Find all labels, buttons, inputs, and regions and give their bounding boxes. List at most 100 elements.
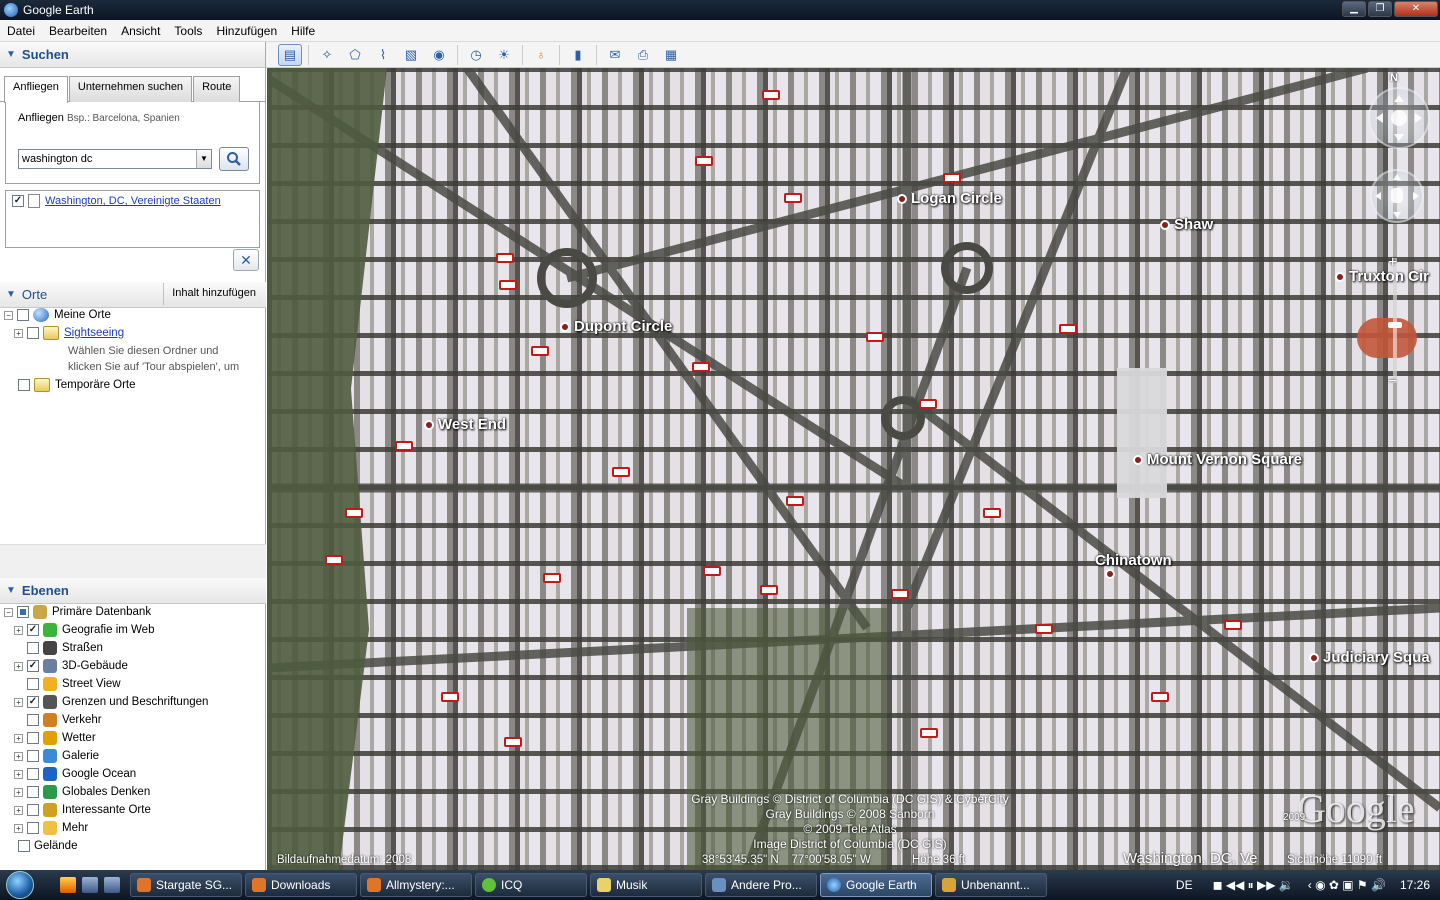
layer-checkbox[interactable]	[27, 660, 39, 672]
place-label-chinatown[interactable]: Chinatown	[1095, 552, 1172, 579]
places-panel-header[interactable]: ▼ Orte Inhalt hinzufügen	[0, 282, 266, 308]
hotel-icon[interactable]	[499, 280, 517, 290]
expand-icon[interactable]: +	[14, 805, 23, 815]
tab-route[interactable]: Route	[193, 76, 241, 102]
place-label-mount-vernon-square[interactable]: Mount Vernon Square	[1133, 451, 1302, 468]
clear-results-button[interactable]: ✕	[233, 249, 259, 271]
layer-item[interactable]: + Galerie	[0, 747, 266, 765]
tree-item-sightseeing[interactable]: + Sightseeing	[0, 324, 266, 342]
layer-item[interactable]: + Globales Denken	[0, 783, 266, 801]
hotel-icon[interactable]	[891, 589, 909, 599]
print-button[interactable]: ⎙	[631, 44, 655, 66]
place-label-judiciary-square[interactable]: Judiciary Squa	[1309, 649, 1430, 666]
clock[interactable]: 17:26	[1400, 878, 1430, 892]
expand-icon[interactable]: +	[14, 823, 23, 833]
polygon-button[interactable]: ⬠	[343, 44, 367, 66]
record-tour-button[interactable]: ◉	[427, 44, 451, 66]
minimize-button[interactable]: ▁	[1342, 1, 1366, 17]
maximize-button[interactable]: ❐	[1368, 1, 1392, 17]
layer-checkbox[interactable]	[18, 840, 30, 852]
tray-icons[interactable]: ‹ ◉ ✿ ▣ ⚑ 🔊	[1308, 878, 1386, 892]
look-joystick[interactable]	[1368, 87, 1430, 149]
layer-checkbox[interactable]	[27, 750, 39, 762]
view-in-maps-button[interactable]: ▦	[659, 44, 683, 66]
tree-item-temporaere-orte[interactable]: Temporäre Orte	[0, 376, 266, 394]
path-button[interactable]: ⌇	[371, 44, 395, 66]
task-unbenannt[interactable]: Unbenannt...	[935, 873, 1047, 897]
hotel-icon[interactable]	[786, 496, 804, 506]
hotel-icon[interactable]	[1224, 620, 1242, 630]
hotel-icon[interactable]	[760, 585, 778, 595]
placemark-button[interactable]: ✧	[315, 44, 339, 66]
north-indicator[interactable]: N	[1390, 72, 1398, 84]
hotel-icon[interactable]	[395, 441, 413, 451]
email-button[interactable]: ✉	[603, 44, 627, 66]
hotel-icon[interactable]	[762, 90, 780, 100]
zoom-thumb[interactable]	[1388, 322, 1402, 328]
layer-item[interactable]: Street View	[0, 675, 266, 693]
collapse-triangle-icon[interactable]: ▼	[6, 49, 16, 60]
task-allmystery[interactable]: Allmystery:...	[360, 873, 472, 897]
hotel-icon[interactable]	[1151, 692, 1169, 702]
place-label-west-end[interactable]: West End	[424, 416, 506, 433]
place-label-logan-circle[interactable]: Logan Circle	[897, 190, 1002, 207]
layer-checkbox[interactable]	[27, 642, 39, 654]
hotel-icon[interactable]	[703, 566, 721, 576]
task-downloads[interactable]: Downloads	[245, 873, 357, 897]
task-stargate[interactable]: Stargate SG...	[130, 873, 242, 897]
tree-item-label[interactable]: Sightseeing	[64, 327, 124, 339]
expand-icon[interactable]: +	[14, 733, 23, 743]
layer-checkbox[interactable]	[27, 714, 39, 726]
close-window-button[interactable]: ✕	[1394, 1, 1438, 17]
hotel-icon[interactable]	[531, 346, 549, 356]
hotel-icon[interactable]	[983, 508, 1001, 518]
hotel-icon[interactable]	[943, 173, 961, 183]
map-view[interactable]: Logan Circle Shaw Truxton Cir Dupont Cir…	[267, 68, 1440, 870]
result-link[interactable]: Washington, DC, Vereinigte Staaten	[45, 195, 221, 207]
layer-checkbox[interactable]	[17, 606, 29, 618]
layers-panel-header[interactable]: ▼ Ebenen	[0, 578, 266, 604]
menu-hilfe[interactable]: Hilfe	[284, 24, 322, 38]
hotel-icon[interactable]	[920, 728, 938, 738]
collapse-triangle-icon[interactable]: ▼	[6, 289, 16, 300]
hotel-icon[interactable]	[325, 555, 343, 565]
hotel-icon[interactable]	[612, 467, 630, 477]
hotel-icon[interactable]	[543, 573, 561, 583]
hotel-icon[interactable]	[784, 193, 802, 203]
task-google-earth[interactable]: Google Earth	[820, 873, 932, 897]
layer-checkbox[interactable]	[27, 732, 39, 744]
planet-switch-button[interactable]: ♁	[529, 44, 553, 66]
zoom-out-icon[interactable]: −	[1388, 373, 1397, 391]
expand-icon[interactable]: +	[14, 769, 23, 779]
layer-checkbox[interactable]	[27, 624, 39, 636]
menu-datei[interactable]: Datei	[0, 24, 42, 38]
expand-icon[interactable]: +	[14, 787, 23, 797]
expand-icon[interactable]: +	[14, 661, 23, 671]
dropdown-arrow-icon[interactable]: ▼	[196, 150, 211, 168]
layer-item[interactable]: + Grenzen und Beschriftungen	[0, 693, 266, 711]
layer-item[interactable]: − Primäre Datenbank	[0, 603, 266, 621]
layer-checkbox[interactable]	[27, 822, 39, 834]
expand-icon[interactable]: +	[14, 328, 23, 338]
sidebar-toggle-button[interactable]: ▤	[278, 43, 302, 66]
switch-windows-icon[interactable]	[104, 877, 120, 893]
layer-item[interactable]: + Interessante Orte	[0, 801, 266, 819]
aim-icon[interactable]	[60, 877, 76, 893]
add-content-button[interactable]: Inhalt hinzufügen	[163, 283, 262, 305]
item-checkbox[interactable]	[17, 309, 29, 321]
collapse-triangle-icon[interactable]: ▼	[6, 585, 16, 596]
expand-icon[interactable]: +	[14, 625, 23, 635]
layer-item[interactable]: Straßen	[0, 639, 266, 657]
zoom-in-icon[interactable]: +	[1388, 254, 1397, 272]
expand-icon[interactable]: +	[14, 697, 23, 707]
collapse-icon[interactable]: −	[4, 607, 13, 617]
task-musik[interactable]: Musik	[590, 873, 702, 897]
tab-anfliegen[interactable]: Anfliegen	[4, 76, 68, 103]
place-label-dupont-circle[interactable]: Dupont Circle	[560, 318, 672, 335]
hotel-icon[interactable]	[345, 508, 363, 518]
item-checkbox[interactable]	[18, 379, 30, 391]
hotel-icon[interactable]	[1035, 624, 1053, 634]
layer-item[interactable]: +3D-Gebäude	[0, 657, 266, 675]
layer-item[interactable]: Verkehr	[0, 711, 266, 729]
search-input[interactable]: washington dc ▼	[18, 149, 212, 169]
